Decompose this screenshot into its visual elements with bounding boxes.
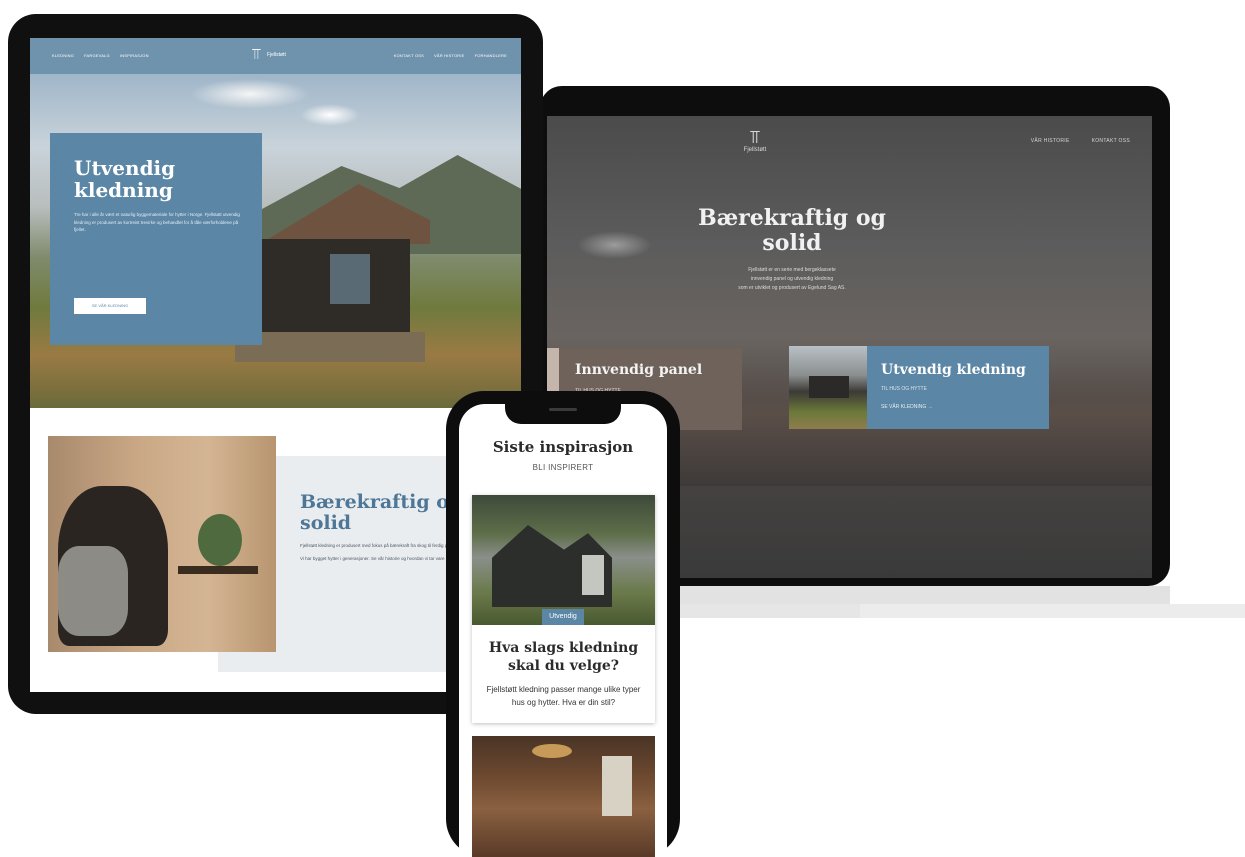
card-image	[789, 346, 867, 429]
article-text: Fjellstøtt kledning passer mange ulike t…	[486, 685, 641, 707]
cloud-decoration	[190, 79, 310, 109]
card-link[interactable]: SE VÅR KLEDNING →	[881, 404, 933, 410]
section-title: Siste inspirasjon	[492, 438, 634, 456]
nav-link-historie[interactable]: VÅR HISTORIE	[434, 53, 465, 58]
laptop-ledge	[660, 604, 860, 618]
nav-link-forhandlere[interactable]: FORHANDLERE	[475, 53, 507, 58]
cloud-decoration	[577, 231, 652, 259]
window-image	[602, 756, 632, 816]
cabin-deck	[235, 332, 425, 362]
tablet-header: KLEDNING FARGEVALG INSPIRASJON ⫪ Fjellst…	[30, 38, 521, 74]
nav-link-kontakt[interactable]: KONTAKT OSS	[394, 53, 424, 58]
hero-subtitle-line: Fjellstøtt er en serie med bergeklassete	[748, 267, 836, 273]
article-card[interactable]: Utvendig Hva slags kledning skal du velg…	[472, 495, 655, 723]
interior-photo	[48, 436, 276, 652]
nav-link-fargevalg[interactable]: FARGEVALG	[84, 53, 110, 58]
logo-text: Fjellstøtt	[266, 51, 286, 58]
tablet-nav-right: KONTAKT OSS VÅR HISTORIE FORHANDLERE	[394, 53, 507, 58]
lamp-image	[532, 744, 572, 758]
hero-title: Utvendig kledning	[74, 156, 176, 202]
plant-image	[198, 514, 242, 566]
card-title: Utvendig kledning	[881, 362, 1026, 378]
article-card-2[interactable]	[472, 736, 655, 857]
laptop-ledge	[860, 604, 1245, 618]
house-window	[582, 555, 604, 595]
site-logo[interactable]: ⫪ Fjellstøtt	[252, 46, 286, 64]
hero-title: Bærekraftig og solid	[698, 205, 886, 256]
laptop-nav: VÅR HISTORIE KONTAKT OSS	[1031, 138, 1130, 144]
phone-screen: Siste inspirasjon BLI INSPIRERT Utvendig…	[459, 404, 667, 857]
article-title: Hva slags kledning skal du velge?	[488, 640, 639, 674]
article-image	[472, 495, 655, 625]
hero-subtitle: Fjellstøtt er en serie med bergeklassete…	[687, 266, 897, 293]
logo-text: Fjellstøtt	[743, 147, 767, 153]
card-title: Innvendig panel	[575, 362, 703, 378]
hero-overlay-box: Utvendig kledning Tre har i alle år vært…	[50, 133, 262, 345]
speaker-icon	[549, 408, 577, 411]
nav-link-kontakt[interactable]: KONTAKT OSS	[1092, 138, 1130, 144]
side-table-image	[178, 566, 258, 574]
hero-subtitle-line: som er utviklet og produsert av Egelund …	[738, 285, 846, 291]
cloud-decoration	[300, 104, 360, 126]
phone-notch	[505, 398, 621, 424]
see-kledning-button[interactable]: SE VÅR KLEDNING	[74, 298, 146, 314]
category-tag[interactable]: Utvendig	[542, 609, 584, 625]
cabin-window	[330, 254, 370, 304]
tablet-nav-left: KLEDNING FARGEVALG INSPIRASJON	[52, 53, 149, 58]
card-subtitle: TIL HUS OG HYTTE	[881, 386, 927, 392]
cabin-image	[809, 376, 849, 398]
nav-link-kledning[interactable]: KLEDNING	[52, 53, 74, 58]
hero-text: Tre har i alle år vært et naturlig bygge…	[74, 212, 240, 232]
logo-icon: ⫪	[749, 127, 761, 147]
knit-blanket-image	[58, 546, 128, 636]
section-subtitle: BLI INSPIRERT	[532, 463, 594, 472]
hero-subtitle-line: innvendig panel og utvendig kledning	[750, 276, 834, 282]
logo-icon: ⫪	[252, 46, 261, 64]
site-logo[interactable]: ⫪ Fjellstøtt	[735, 128, 775, 154]
nav-link-historie[interactable]: VÅR HISTORIE	[1031, 138, 1070, 144]
nav-link-inspirasjon[interactable]: INSPIRASJON	[120, 53, 149, 58]
card-utvendig-kledning[interactable]: Utvendig kledning TIL HUS OG HYTTE SE VÅ…	[789, 346, 1049, 429]
